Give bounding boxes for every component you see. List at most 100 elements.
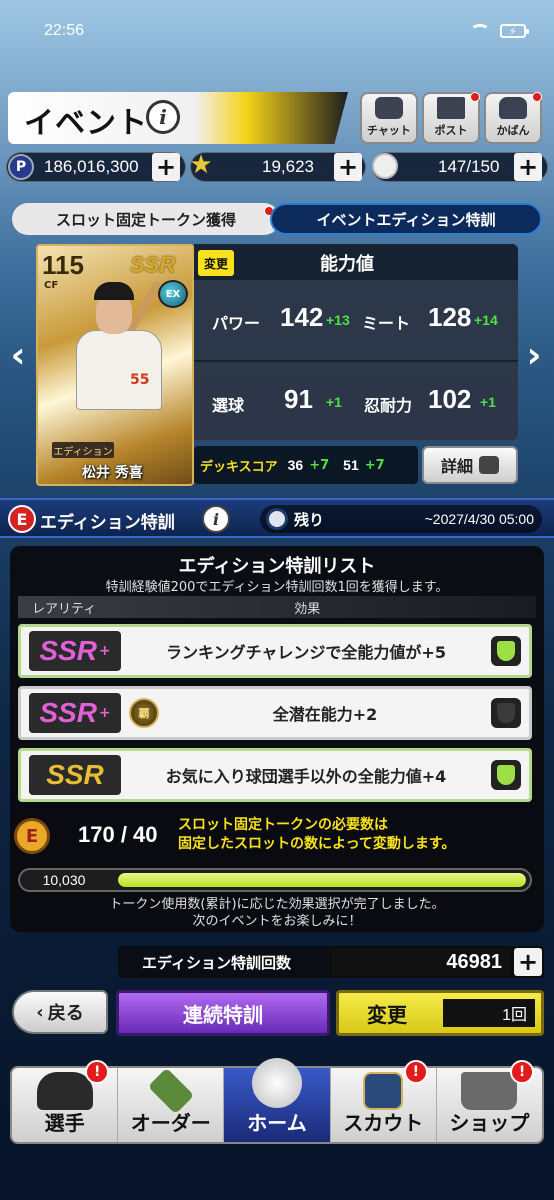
deck-score: デッキスコア 36 +7 51 +7 — [194, 446, 418, 484]
p-points-icon: P — [8, 154, 34, 180]
deck-score-plus: +7 — [364, 457, 385, 473]
token-icon: E — [14, 818, 50, 854]
change-count: 1回 — [443, 999, 535, 1027]
stat-value: 91 — [284, 384, 313, 414]
stat-label: 忍耐力 — [364, 396, 413, 415]
stars-value: 19,623 — [262, 157, 314, 176]
chat-label: チャット — [367, 124, 411, 137]
balls-value: 147/150 — [438, 157, 500, 176]
effect-text: お気に入り球団選手以外の全能力値+4 — [165, 767, 447, 786]
back-button[interactable]: ‹ 戻る — [12, 990, 108, 1034]
add-training-button[interactable]: + — [514, 948, 542, 976]
token-count: 170 / 40 — [78, 822, 158, 847]
chat-button[interactable]: チャット — [360, 92, 418, 144]
stat-plus: +1 — [480, 394, 496, 410]
edition-title: エディション特訓 — [40, 513, 175, 533]
alert-badge: ! — [403, 1060, 428, 1084]
star-icon: ★ — [189, 150, 213, 180]
stat-label: ミート — [362, 314, 411, 333]
progress-fill — [118, 873, 526, 887]
info-icon[interactable]: i — [202, 505, 230, 533]
training-count-value: 46981 — [332, 948, 510, 976]
card-rating: 115 — [42, 250, 84, 280]
tab-slot-token[interactable]: スロット固定トークン獲得 — [12, 203, 280, 235]
nav-scout[interactable]: スカウト ! — [331, 1060, 437, 1142]
person-icon — [479, 456, 499, 474]
detail-button[interactable]: 詳細 — [422, 446, 518, 484]
nav-shop[interactable]: ショップ ! — [437, 1060, 542, 1142]
wifi-icon — [470, 24, 490, 38]
notification-dot — [470, 92, 480, 102]
remain-label: 残り — [294, 510, 325, 529]
list-item[interactable]: SSR + ランキングチャレンジで全能力値が+5 — [18, 624, 532, 678]
deck-score-value: 51 — [343, 457, 359, 473]
list-item[interactable]: SSR お気に入り球団選手以外の全能力値+4 — [18, 748, 532, 802]
stats-title: 能力値 — [320, 254, 374, 275]
mail-icon — [437, 97, 465, 119]
bag-button[interactable]: かばん — [484, 92, 542, 144]
alert-badge: ! — [510, 1060, 535, 1084]
nav-order[interactable]: オーダー — [118, 1067, 225, 1142]
page-title: イベント — [24, 106, 148, 141]
shield-icon — [491, 760, 521, 790]
stat-label: パワー — [212, 314, 261, 333]
training-count-row: エディション特訓回数 46981 + — [118, 946, 544, 978]
list-item[interactable]: SSR + 覇 全潜在能力+2 — [18, 686, 532, 740]
list-title: エディション特訓リスト — [178, 556, 376, 577]
stat-value: 128 — [428, 302, 472, 332]
cart-icon — [461, 1072, 518, 1110]
post-button[interactable]: ポスト — [422, 92, 480, 144]
bag-label: かばん — [496, 124, 530, 137]
status-icons: ⚡ — [470, 24, 529, 38]
card-rarity: SSR — [130, 252, 176, 277]
player-image: 55 — [72, 280, 172, 432]
token-note: スロット固定トークンの必要数は 固定したスロットの数によって変動します。 — [178, 817, 456, 852]
info-icon[interactable]: i — [146, 100, 180, 134]
stat-plus: +1 — [326, 394, 342, 410]
change-label: 変更 — [367, 1002, 407, 1027]
notification-dot — [532, 92, 542, 102]
nav-home[interactable]: ホーム — [224, 1058, 331, 1142]
change-button[interactable]: 変更 1回 — [336, 990, 544, 1036]
deck-score-value: 36 — [287, 457, 304, 473]
add-balls-button[interactable]: + — [514, 153, 542, 181]
rarity-badge: SSR + — [29, 693, 121, 733]
add-stars-button[interactable]: + — [334, 153, 362, 181]
effect-text: 全潜在能力+2 — [272, 705, 378, 724]
card-position: CF — [44, 280, 59, 291]
col-rarity: レアリティ — [32, 601, 97, 617]
deck-score-label: デッキスコア — [200, 459, 278, 475]
tab-event-edition[interactable]: イベントエディション特訓 — [270, 203, 542, 235]
back-label: 戻る — [47, 1003, 84, 1024]
shield-icon — [491, 698, 521, 728]
next-arrow[interactable]: › — [524, 335, 544, 376]
chat-icon — [375, 97, 403, 119]
edition-label: エディション — [52, 442, 114, 458]
chevron-left-icon: ‹ — [36, 1001, 44, 1023]
nav-players[interactable]: 選手 ! — [12, 1060, 119, 1142]
bottom-nav: 選手 ! オーダー ホーム スカウト ! ショップ ! — [10, 1058, 544, 1144]
alert-badge: ! — [85, 1060, 110, 1084]
list-subtitle: 特訓経験値200でエディション特訓回数1回を獲得します。 — [105, 580, 449, 595]
rarity-badge: SSR — [29, 755, 121, 795]
cap-icon — [36, 1072, 93, 1110]
ex-badge: EX — [158, 280, 188, 308]
medal-icon: 覇 — [129, 698, 159, 728]
prev-arrow[interactable]: ‹ — [8, 335, 28, 376]
baseball-icon — [372, 153, 398, 179]
add-points-button[interactable]: + — [152, 153, 180, 181]
clock-icon — [266, 508, 288, 530]
rarity-badge: SSR + — [29, 631, 121, 671]
continuous-training-button[interactable]: 連続特訓 — [116, 990, 330, 1036]
post-label: ポスト — [434, 124, 468, 137]
detail-label: 詳細 — [440, 457, 473, 476]
change-badge[interactable]: 変更 — [198, 250, 234, 276]
player-name: 松井 秀喜 — [82, 465, 143, 481]
remain-date: ~2027/4/30 05:00 — [424, 511, 534, 527]
cards-icon — [363, 1072, 404, 1110]
progress-track — [118, 873, 526, 887]
completion-message: トークン使用数(累計)に応じた効果選択が完了しました。 次のイベントをお楽しみに… — [109, 897, 445, 929]
stat-plus: +14 — [474, 312, 498, 328]
status-time: 22:56 — [44, 22, 85, 39]
deck-score-plus: +7 — [309, 457, 330, 473]
